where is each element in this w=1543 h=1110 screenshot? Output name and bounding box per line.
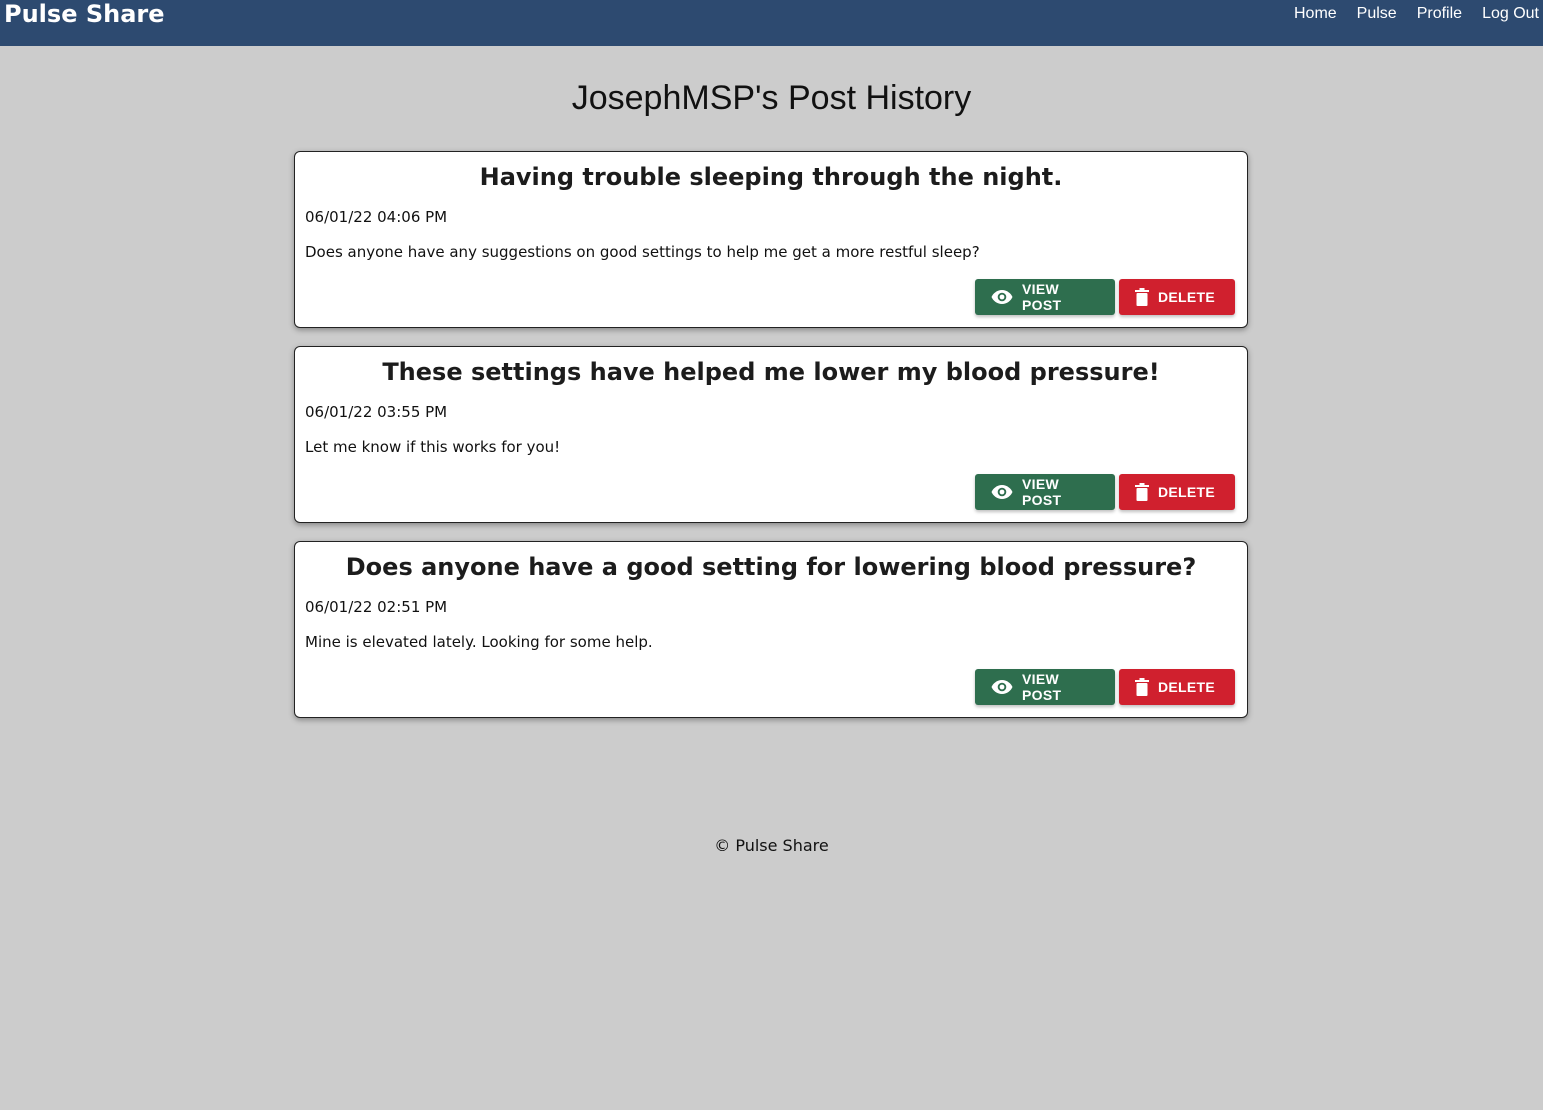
top-navbar: Pulse Share Home Pulse Profile Log Out — [0, 0, 1543, 46]
nav-links: Home Pulse Profile Log Out — [1274, 4, 1539, 24]
delete-label: DELETE — [1158, 289, 1216, 305]
post-date: 06/01/22 02:51 PM — [305, 598, 448, 616]
page-title: JosephMSP's Post History — [571, 79, 972, 117]
post-date: 06/01/22 03:55 PM — [305, 403, 448, 421]
view-post-label: VIEW POST — [1022, 281, 1062, 313]
post-date: 06/01/22 04:06 PM — [305, 208, 448, 226]
nav-logout-link[interactable]: Log Out — [1482, 4, 1539, 24]
view-post-button[interactable]: VIEW POST — [975, 669, 1115, 705]
post-actions: VIEW POST DELETE — [975, 279, 1235, 315]
view-post-label: VIEW POST — [1022, 671, 1062, 703]
post-body: Does anyone have any suggestions on good… — [305, 243, 980, 261]
delete-button[interactable]: DELETE — [1119, 279, 1235, 315]
trash-icon — [1135, 288, 1149, 306]
delete-label: DELETE — [1158, 679, 1216, 695]
eye-icon — [991, 484, 1013, 500]
delete-label: DELETE — [1158, 484, 1216, 500]
post-title: Does anyone have a good setting for lowe… — [345, 553, 1197, 581]
view-post-button[interactable]: VIEW POST — [975, 279, 1115, 315]
post-title: Having trouble sleeping through the nigh… — [479, 163, 1063, 191]
post-card: Having trouble sleeping through the nigh… — [294, 151, 1248, 328]
post-actions: VIEW POST DELETE — [975, 669, 1235, 705]
nav-pulse-link[interactable]: Pulse — [1357, 4, 1397, 24]
post-body: Let me know if this works for you! — [305, 438, 561, 456]
post-card: Does anyone have a good setting for lowe… — [294, 541, 1248, 718]
brand-logo-link[interactable]: Pulse Share — [4, 0, 165, 28]
delete-button[interactable]: DELETE — [1119, 474, 1235, 510]
eye-icon — [991, 289, 1013, 305]
post-title: These settings have helped me lower my b… — [382, 358, 1160, 386]
view-post-button[interactable]: VIEW POST — [975, 474, 1115, 510]
post-card: These settings have helped me lower my b… — [294, 346, 1248, 523]
trash-icon — [1135, 678, 1149, 696]
eye-icon — [991, 679, 1013, 695]
trash-icon — [1135, 483, 1149, 501]
nav-profile-link[interactable]: Profile — [1417, 4, 1462, 24]
delete-button[interactable]: DELETE — [1119, 669, 1235, 705]
footer-copyright: © Pulse Share — [714, 836, 829, 855]
post-body: Mine is elevated lately. Looking for som… — [305, 633, 653, 651]
post-list: Having trouble sleeping through the nigh… — [294, 151, 1248, 736]
nav-home-link[interactable]: Home — [1294, 4, 1337, 24]
view-post-label: VIEW POST — [1022, 476, 1062, 508]
post-actions: VIEW POST DELETE — [975, 474, 1235, 510]
